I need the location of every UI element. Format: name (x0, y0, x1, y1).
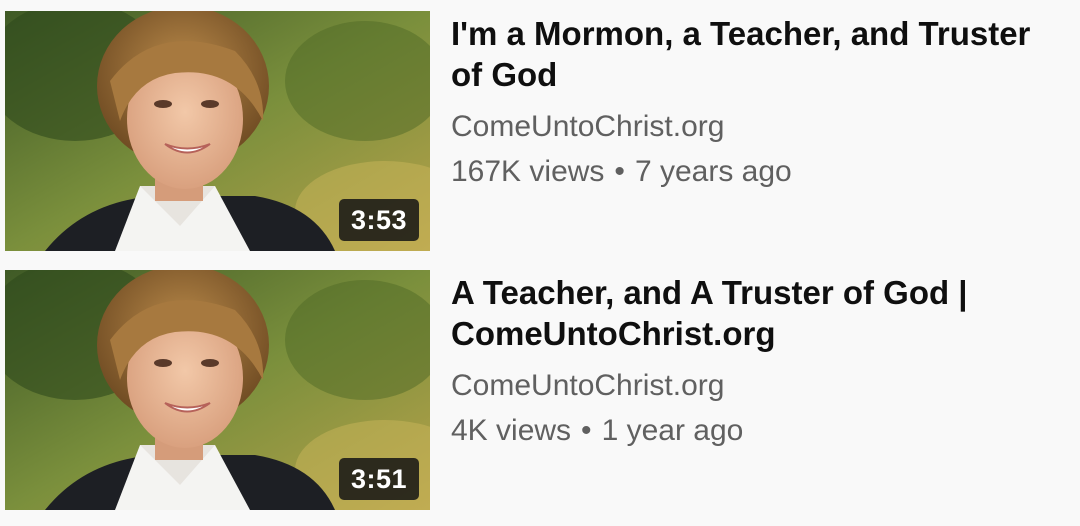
video-list: 3:53 I'm a Mormon, a Teacher, and Truste… (0, 0, 1080, 526)
upload-age: 7 years ago (634, 155, 792, 188)
video-item[interactable]: 3:53 I'm a Mormon, a Teacher, and Truste… (0, 11, 1080, 251)
video-thumbnail[interactable]: 3:53 (5, 11, 430, 251)
view-count: 4K views (451, 414, 572, 447)
video-title[interactable]: A Teacher, and A Truster of God | ComeUn… (451, 272, 1051, 354)
video-item[interactable]: 3:51 A Teacher, and A Truster of God | C… (0, 270, 1080, 510)
video-stats: 4K views • 1 year ago (451, 413, 1051, 449)
duration-badge: 3:51 (338, 458, 419, 500)
view-count: 167K views (451, 155, 605, 188)
duration-badge: 3:53 (338, 199, 419, 241)
upload-age: 1 year ago (601, 414, 744, 447)
channel-name[interactable]: ComeUntoChrist.org (451, 368, 1051, 404)
separator-dot: • (581, 414, 592, 447)
video-title[interactable]: I'm a Mormon, a Teacher, and Truster of … (451, 13, 1051, 95)
video-stats: 167K views • 7 years ago (451, 154, 1051, 190)
video-meta: I'm a Mormon, a Teacher, and Truster of … (451, 13, 1051, 190)
separator-dot: • (614, 155, 625, 188)
channel-name[interactable]: ComeUntoChrist.org (451, 109, 1051, 145)
video-thumbnail[interactable]: 3:51 (5, 270, 430, 510)
video-meta: A Teacher, and A Truster of God | ComeUn… (451, 272, 1051, 449)
